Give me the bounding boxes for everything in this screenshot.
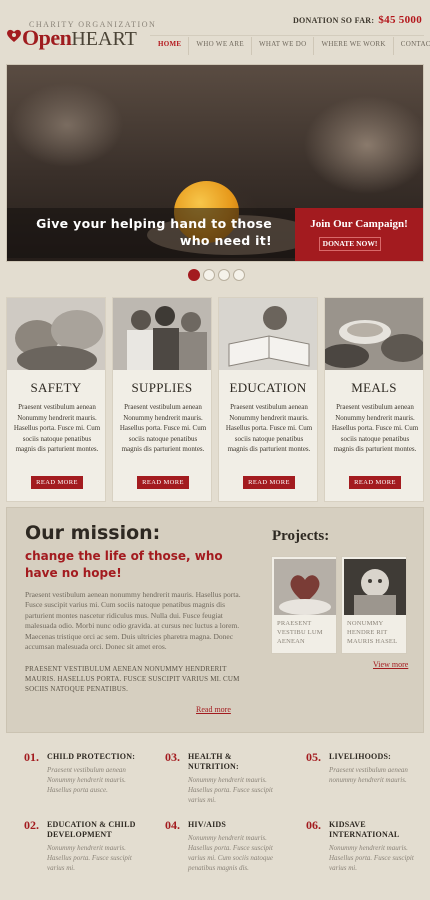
nav-where-we-work[interactable]: WHERE WE WORK [313,37,392,55]
program-text: Nonummy hendrerit mauris. Hasellus porta… [188,776,273,804]
programs-list: 01. CHILD PROTECTION: Praesent vestibulu… [6,738,424,900]
project-image [274,559,336,615]
program-text: Nonummy hendrerit mauris. Hasellus porta… [188,834,273,872]
program-number: 03. [165,750,180,764]
read-more-button[interactable]: READ MORE [31,476,83,489]
program-text: Praesent vestibulum aenean nonummy hendr… [329,766,408,784]
program-number: 05. [306,750,321,764]
card-text: Praesent vestibulum aenean Nonummy hendr… [13,403,101,453]
campaign-box: Join Our Campaign! DONATE NOW! [295,208,423,261]
program-item[interactable]: 05. LIVELIHOODS: Praesent vestibulum aen… [288,738,418,800]
nav-who-we-are[interactable]: WHO WE ARE [188,37,251,55]
projects-view-more-link[interactable]: View more [373,660,408,669]
program-item[interactable]: 03. HEALTH & NUTRITION: Nonummy hendreri… [147,738,277,804]
project-card[interactable]: PRAESENT VESTIBU LUM AENEAN [271,556,337,654]
card-title: SAFETY [30,380,82,395]
program-number: 01. [24,750,39,764]
donate-now-button[interactable]: DONATE NOW! [319,237,381,251]
nav-contacts[interactable]: CONTACTS [392,37,430,55]
heart-icon [7,29,21,42]
card-title: MEALS [351,380,397,395]
card-text: Praesent vestibulum aenean Nonummy hendr… [225,403,313,453]
program-heading: KIDSAVE INTERNATIONAL [329,820,400,839]
mission-subtitle: change the life of those, who have no ho… [25,549,223,580]
program-number: 02. [24,818,39,832]
project-text: NONUMMY HENDRE RIT MAURIS HASEL [347,620,398,645]
program-heading: HIV/AIDS [188,820,227,829]
program-item[interactable]: 06. KIDSAVE INTERNATIONAL Nonummy hendre… [288,806,418,872]
hero-slider: Give your helping hand to those who need… [6,64,424,262]
card-safety: SAFETY Praesent vestibulum aenean Nonumm… [6,297,106,502]
program-text: Praesent vestibulum aenean Nonummy hendr… [47,766,126,794]
card-title: SUPPLIES [131,380,193,395]
program-number: 04. [165,818,180,832]
program-heading: HEALTH & NUTRITION: [188,752,239,771]
donation-label: DONATION SO FAR: [292,16,375,25]
project-text: PRAESENT VESTIBU LUM AENEAN [277,620,323,645]
logo-heart-word: HEART [71,28,137,50]
main-nav: HOME WHO WE ARE WHAT WE DO WHERE WE WORK… [150,37,430,55]
projects-title: Projects: [272,528,330,544]
program-item[interactable]: 01. CHILD PROTECTION: Praesent vestibulu… [6,738,136,800]
hero-caption: Give your helping hand to those who need… [7,208,297,258]
service-cards: SAFETY Praesent vestibulum aenean Nonumm… [6,297,424,502]
read-more-button[interactable]: READ MORE [243,476,295,489]
program-heading: LIVELIHOODS: [329,752,391,761]
mission-title: Our mission: [25,522,161,544]
slider-pagination [188,269,245,281]
logo-open: Open [22,25,72,50]
nav-home[interactable]: HOME [150,37,188,55]
card-image-education [219,298,317,370]
card-meals: MEALS Praesent vestibulum aenean Nonummy… [324,297,424,502]
slider-dot-3[interactable] [218,269,230,281]
nav-what-we-do[interactable]: WHAT WE DO [250,37,313,55]
hero-caption-line1: Give your helping hand to those [36,216,272,231]
slider-dot-1[interactable] [188,269,200,281]
card-image-supplies [113,298,211,370]
logo[interactable]: OpenHEART [22,26,137,51]
donation-counter: DONATION SO FAR: $45 5000 [293,14,422,26]
card-text: Praesent vestibulum aenean Nonummy hendr… [119,403,207,453]
program-text: Nonummy hendrerit mauris. Hasellus porta… [329,844,414,872]
program-heading: EDUCATION & CHILD DEVELOPMENT [47,820,136,839]
program-number: 06. [306,818,321,832]
read-more-button[interactable]: READ MORE [137,476,189,489]
mission-caps-text: PRAESENT VESTIBULUM AENEAN NONUMMY HENDR… [25,665,240,693]
card-supplies: SUPPLIES Praesent vestibulum aenean Nonu… [112,297,212,502]
slider-dot-2[interactable] [203,269,215,281]
project-image [344,559,406,615]
campaign-title: Join Our Campaign! [310,218,408,230]
donation-value: $45 5000 [378,14,422,26]
card-text: Praesent vestibulum aenean Nonummy hendr… [331,403,419,453]
card-image-safety [7,298,105,370]
program-item[interactable]: 02. EDUCATION & CHILD DEVELOPMENT Nonumm… [6,806,136,872]
card-title: EDUCATION [229,380,307,395]
program-text: Nonummy hendrerit mauris. Hasellus porta… [47,844,132,872]
card-image-meals [325,298,423,370]
read-more-button[interactable]: READ MORE [349,476,401,489]
mission-section: Our mission: change the life of those, w… [6,507,424,733]
program-heading: CHILD PROTECTION: [47,752,136,761]
program-item[interactable]: 04. HIV/AIDS Nonummy hendrerit mauris. H… [147,806,277,872]
header: CHARITY ORGANIZATION OpenHEART DONATION … [0,0,430,62]
project-card[interactable]: NONUMMY HENDRE RIT MAURIS HASEL [341,556,407,654]
hero-caption-line2: who need it! [179,233,272,248]
card-education: EDUCATION Praesent vestibulum aenean Non… [218,297,318,502]
slider-dot-4[interactable] [233,269,245,281]
mission-text: Praesent vestibulum aenean nonummy hendr… [25,590,241,652]
mission-read-more-link[interactable]: Read more [196,705,231,714]
